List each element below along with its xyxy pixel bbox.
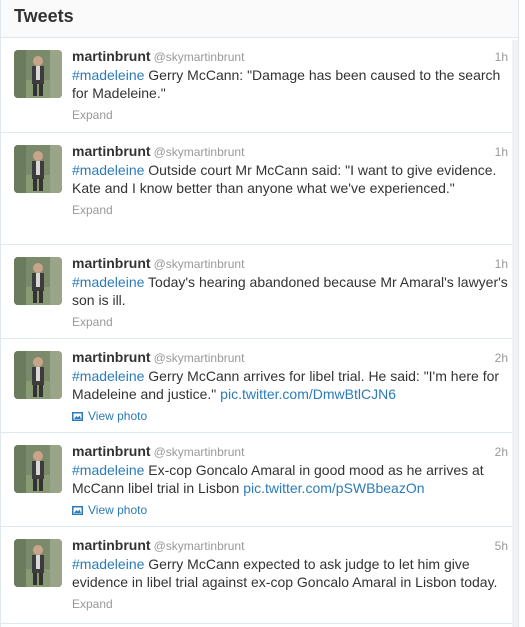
tweet-timestamp[interactable]: 2h bbox=[495, 351, 508, 365]
author-name[interactable]: martinbrunt bbox=[72, 143, 151, 159]
photo-link[interactable]: pic.twitter.com/pSWBbeazOn bbox=[243, 480, 424, 496]
avatar-image bbox=[14, 539, 62, 587]
avatar-image bbox=[14, 145, 62, 193]
tweet-text: #madeleine Gerry McCann arrives for libe… bbox=[72, 367, 512, 403]
view-photo-link[interactable]: View photo bbox=[72, 503, 504, 517]
tweet: martinbrunt @skymartinbrunt 1h #madeleine… bbox=[1, 245, 518, 339]
avatar[interactable] bbox=[14, 445, 62, 493]
tweet: martinbrunt @skymartinbrunt 1h #madeleine… bbox=[1, 133, 518, 245]
tweet-timestamp[interactable]: 1h bbox=[495, 50, 508, 64]
avatar-image bbox=[14, 351, 62, 399]
tweet-timestamp[interactable]: 2h bbox=[495, 445, 508, 459]
tweet-timestamp[interactable]: 1h bbox=[495, 145, 508, 159]
photo-icon bbox=[72, 505, 83, 515]
author-handle[interactable]: @skymartinbrunt bbox=[154, 50, 245, 64]
view-photo-label: View photo bbox=[88, 503, 148, 517]
author-handle[interactable]: @skymartinbrunt bbox=[154, 351, 245, 365]
author-name[interactable]: martinbrunt bbox=[72, 349, 151, 365]
hashtag-link[interactable]: #madeleine bbox=[72, 462, 144, 478]
author-handle[interactable]: @skymartinbrunt bbox=[154, 257, 245, 271]
author-name[interactable]: martinbrunt bbox=[72, 255, 151, 271]
author-name[interactable]: martinbrunt bbox=[72, 537, 151, 553]
author-name[interactable]: martinbrunt bbox=[72, 443, 151, 459]
tweet: martinbrunt @skymartinbrunt 1h #madeleine… bbox=[1, 38, 518, 133]
avatar[interactable] bbox=[14, 50, 62, 98]
photo-link[interactable]: pic.twitter.com/DmwBtlCJN6 bbox=[220, 386, 396, 402]
view-photo-label: View photo bbox=[88, 409, 148, 423]
expand-link[interactable]: Expand bbox=[72, 597, 504, 611]
view-photo-link[interactable]: View photo bbox=[72, 409, 504, 423]
photo-icon bbox=[72, 411, 83, 421]
expand-link[interactable]: Expand bbox=[72, 315, 504, 329]
avatar-image bbox=[14, 50, 62, 98]
avatar[interactable] bbox=[14, 145, 62, 193]
avatar-image bbox=[14, 445, 62, 493]
author-handle[interactable]: @skymartinbrunt bbox=[154, 539, 245, 553]
expand-link[interactable]: Expand bbox=[72, 108, 504, 122]
tweets-widget: Tweets martinbrunt @skymartinbrunt 1h #ma… bbox=[0, 0, 519, 627]
widget-header: Tweets bbox=[1, 0, 518, 38]
tweet-text: #madeleine Gerry McCann expected to ask … bbox=[72, 555, 512, 591]
tweet-timeline: martinbrunt @skymartinbrunt 1h #madeleine… bbox=[1, 38, 518, 624]
hashtag-link[interactable]: #madeleine bbox=[72, 162, 144, 178]
header-title: Tweets bbox=[14, 6, 74, 26]
author-handle[interactable]: @skymartinbrunt bbox=[154, 145, 245, 159]
avatar[interactable] bbox=[14, 257, 62, 305]
tweet: martinbrunt @skymartinbrunt 5h #madeleine… bbox=[1, 527, 518, 624]
expand-link[interactable]: Expand bbox=[72, 203, 504, 217]
scrollbar[interactable] bbox=[512, 40, 518, 627]
author-name[interactable]: martinbrunt bbox=[72, 48, 151, 64]
hashtag-link[interactable]: #madeleine bbox=[72, 67, 144, 83]
tweet-timestamp[interactable]: 5h bbox=[495, 539, 508, 553]
hashtag-link[interactable]: #madeleine bbox=[72, 556, 144, 572]
avatar[interactable] bbox=[14, 351, 62, 399]
avatar[interactable] bbox=[14, 539, 62, 587]
tweet-text: #madeleine Today's hearing abandoned bec… bbox=[72, 273, 512, 309]
tweet-text: #madeleine Outside court Mr McCann said:… bbox=[72, 161, 512, 197]
hashtag-link[interactable]: #madeleine bbox=[72, 274, 144, 290]
hashtag-link[interactable]: #madeleine bbox=[72, 368, 144, 384]
tweet: martinbrunt @skymartinbrunt 2h #madeleine… bbox=[1, 339, 518, 433]
tweet-text: #madeleine Ex-cop Goncalo Amaral in good… bbox=[72, 461, 512, 497]
author-handle[interactable]: @skymartinbrunt bbox=[154, 445, 245, 459]
tweet-text: #madeleine Gerry McCann: "Damage has bee… bbox=[72, 66, 512, 102]
tweet: martinbrunt @skymartinbrunt 2h #madeleine… bbox=[1, 433, 518, 527]
tweet-timestamp[interactable]: 1h bbox=[495, 257, 508, 271]
avatar-image bbox=[14, 257, 62, 305]
